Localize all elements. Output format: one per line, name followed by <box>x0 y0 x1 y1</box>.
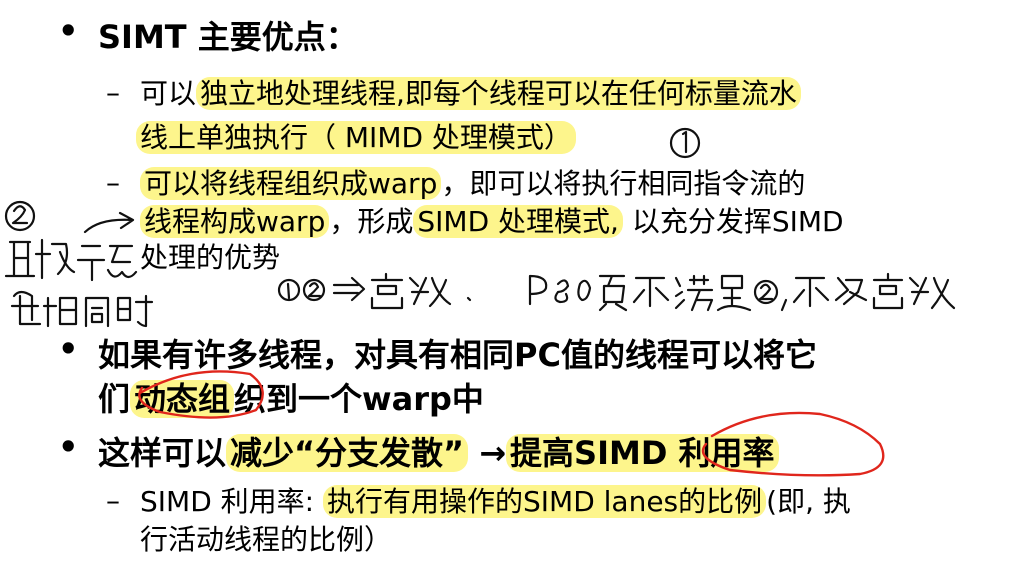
handwritten-margin-note <box>4 238 154 328</box>
sub1-line2: 线上单独执行（ MIMD 处理模式） <box>136 116 576 156</box>
bullet-1-heading: SIMT 主要优点： <box>98 18 358 56</box>
bullet-2-line2: 们动态组 织到一个warp中 <box>98 374 484 420</box>
slide: • SIMT 主要优点： – 可以 独立地处理线程,即每个线程可以在任何标量流水 … <box>0 0 1012 569</box>
handwritten-page-note <box>528 272 956 312</box>
handwritten-efficiency-note <box>277 272 472 310</box>
bullet-3: 这样可以 减少“分支发散” → 提高SIMD 利用率 <box>98 428 779 474</box>
bullet-3-arrow: → <box>468 434 507 472</box>
bullet-2-line2-highlight: 动态组 <box>130 380 235 418</box>
bullet-marker: • <box>58 428 79 466</box>
bullet-3-highlight-2: 提高SIMD 利用率 <box>506 434 779 472</box>
sub1-line1-pre: 可以 <box>140 77 197 110</box>
bullet-3-highlight-1: 减少“分支发散” <box>226 434 469 472</box>
sub1-line1-highlight: 独立地处理线程,即每个线程可以在任何标量流水 <box>196 77 801 110</box>
sub1-line1: 可以 独立地处理线程,即每个线程可以在任何标量流水 <box>140 72 801 112</box>
handwritten-circled-two <box>4 200 36 232</box>
dash-marker: – <box>106 166 120 199</box>
dash-marker: – <box>106 76 120 109</box>
sub2-line3: 处理的优势 <box>140 241 281 274</box>
bullet-2-line2-pre: 们 <box>98 380 131 418</box>
handwritten-arrow <box>83 211 135 234</box>
sub2-line2-mid: ，形成 <box>329 205 414 238</box>
sub2-line1-post: ，即可以将执行相同指令流的 <box>441 167 806 200</box>
bullet-marker: • <box>58 330 79 368</box>
handwritten-circled-one <box>669 127 701 159</box>
dash-marker: – <box>106 484 120 517</box>
bullet-2-line2-post: 织到一个warp中 <box>234 380 484 418</box>
sub2-line2: 线程构成warp ，形成 SIMD 处理模式, 以充分发挥SIMD <box>140 200 844 240</box>
sub1-line2-highlight: 线上单独执行（ MIMD 处理模式） <box>136 121 576 154</box>
sub2-line2-highlight-1: 线程构成warp <box>140 205 330 238</box>
sub2-line1: 可以将线程组织成warp ，即可以将执行相同指令流的 <box>140 162 805 202</box>
sub3-line2: 行活动线程的比例） <box>140 523 393 556</box>
sub3-line1: SIMD 利用率: 执行有用操作的SIMD lanes的比例 (即, 执 <box>140 480 851 520</box>
sub2-line2-highlight-2: SIMD 处理模式, <box>413 205 623 238</box>
sub3-line1-post: (即, 执 <box>766 485 851 518</box>
sub3-line1-pre: SIMD 利用率: <box>140 485 323 518</box>
sub2-line1-highlight: 可以将线程组织成warp <box>140 167 442 200</box>
sub2-line2-post: 以充分发挥SIMD <box>622 205 844 238</box>
bullet-3-pre: 这样可以 <box>98 434 227 472</box>
sub3-line1-highlight: 执行有用操作的SIMD lanes的比例 <box>323 485 767 518</box>
bullet-marker: • <box>58 12 79 50</box>
bullet-2-line1: 如果有许多线程，对具有相同PC值的线程可以将它 <box>98 336 817 374</box>
